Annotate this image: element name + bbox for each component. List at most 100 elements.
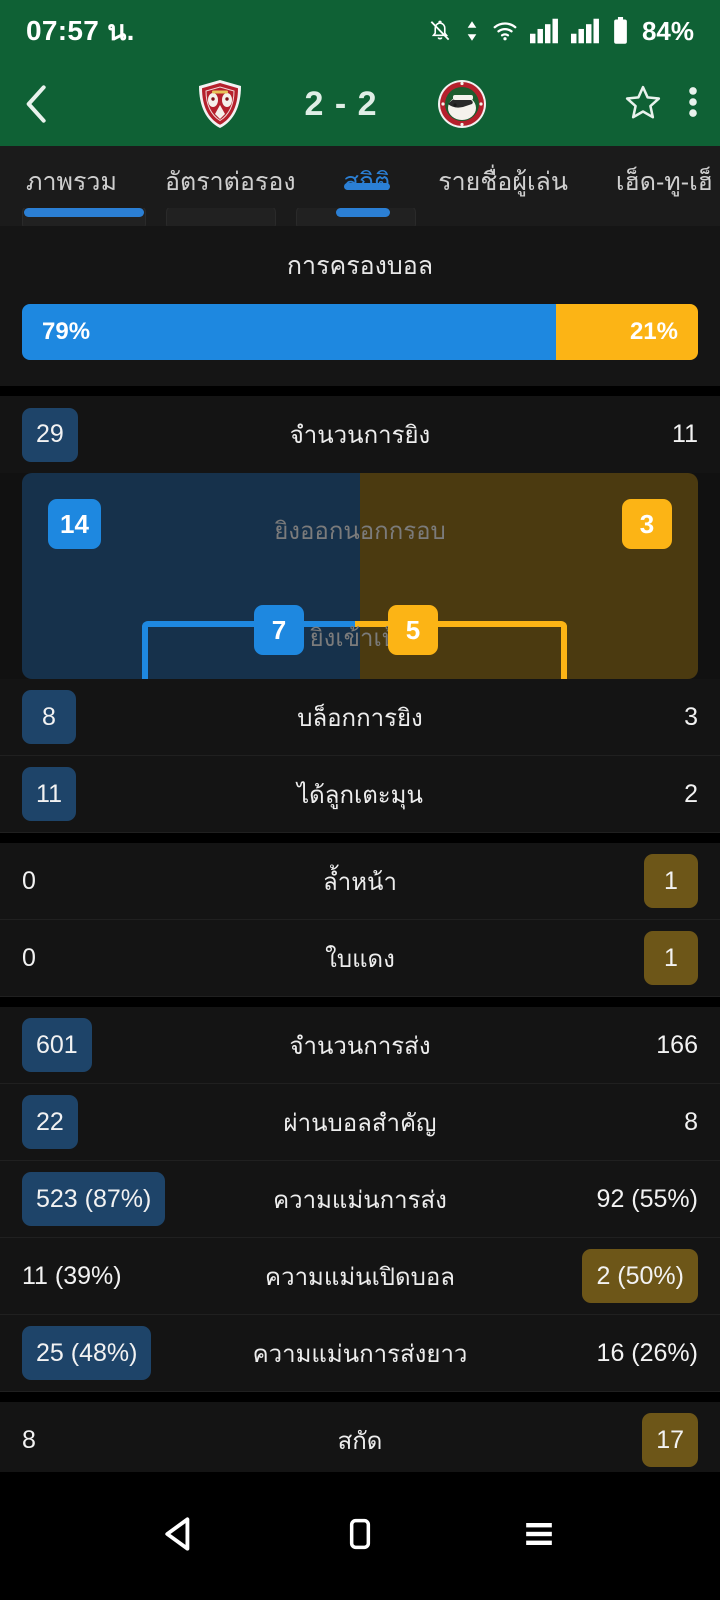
nav-back-button[interactable] [159,1512,203,1561]
stat-label: บล็อกการยิง [297,704,423,732]
nav-home-button[interactable] [340,1512,380,1561]
nav-recents-icon [526,1522,553,1545]
on-target-home-value: 7 [254,605,304,655]
table-row: 0 ใบแดง 1 [0,920,720,997]
tab-label: เฮ็ด-ทู-เฮ็ [615,168,713,196]
tab-indicator [165,183,296,190]
stat-label: สกัด [337,1427,383,1455]
stat-home-value: 8 [22,690,76,744]
possession-title: การครองบอล [286,252,434,280]
stat-away-value: 2 (50%) [582,1249,698,1303]
back-button[interactable] [22,84,78,124]
stat-away-value: 17 [642,1413,698,1467]
statistics-content[interactable]: การครองบอล 79% 21% 29 จำนวนการยิง 11 14 … [0,226,720,1472]
table-row: 0 ล้ำหน้า 1 [0,843,720,920]
ghost-chip [166,208,276,226]
star-outline-icon [625,85,661,118]
stat-away-value: 16 (26%) [596,1338,698,1367]
tab-bar: ภาพรวม อัตราต่อรอง สถิติ รายชื่อผู้เล่น … [0,146,720,226]
table-row: 25 (48%) ความแม่นการส่งยาว 16 (26%) [0,1315,720,1392]
bell-muted-icon [430,20,450,41]
system-navigation-bar [0,1472,720,1600]
app-bar: 2 - 2 [0,62,720,146]
stat-away-value: 1 [644,854,698,908]
favorite-button[interactable] [624,83,662,126]
tab-head-to-head[interactable]: เฮ็ด-ทู-เฮ็ [592,146,720,202]
possession-home: 79% [22,304,557,360]
stat-rows: 8 บล็อกการยิง 3 11 ได้ลูกเตะมุน 2 0 ล้ำหน้า 1 0 ใบ… [0,679,720,1472]
stat-home-value: 523 (87%) [22,1172,166,1226]
table-row: 601 จำนวนการส่ง 166 [0,1007,720,1084]
table-row: 11 (39%) ความแม่นเปิดบอล 2 (50%) [0,1238,720,1315]
app-root: 07:57 น. 84% 2 - 2 ภาพรวม อัตราต่อรอง สถ… [0,0,720,1600]
stat-home-value: 0 [22,866,36,895]
stat-label: ใบแดง [325,945,395,973]
battery-icon [614,17,627,44]
home-team-crest[interactable] [194,78,246,130]
table-row: 523 (87%) ความแม่นการส่ง 92 (55%) [0,1161,720,1238]
back-chevron-icon [26,85,46,123]
away-team-crest[interactable] [436,78,488,130]
on-target-away-value: 5 [388,605,438,655]
nav-home-icon [349,1518,371,1549]
stat-away-value: 166 [656,1030,698,1059]
tab-lineups[interactable]: รายชื่อผู้เล่น [414,146,592,202]
possession-away: 21% [556,304,698,360]
stat-away-value: 92 (55%) [596,1184,698,1213]
ghost-indicator [24,208,144,217]
status-bar: 07:57 น. 84% [0,0,720,62]
tab-label: รายชื่อผู้เล่น [438,168,568,196]
possession-bar: 79% 21% [22,304,698,360]
nav-recents-button[interactable] [517,1512,561,1561]
signal-sim2-icon [570,18,599,44]
table-row: 11 ได้ลูกเตะมุน 2 [0,756,720,833]
tab-indicator [343,183,391,190]
tab-label: ภาพรวม [26,168,117,196]
overflow-menu-button[interactable] [688,83,698,126]
stat-label: ผ่านบอลสำคัญ [283,1109,437,1137]
tab-indicator [26,183,117,190]
table-row: 22 ผ่านบอลสำคัญ 8 [0,1084,720,1161]
tab-indicator [616,183,713,190]
possession-section: การครองบอล 79% 21% [0,226,720,386]
status-time: 07:57 น. [26,15,135,46]
stat-label: จำนวนการยิง [289,422,431,449]
ghost-indicator [336,208,390,217]
signal-sim1-icon [529,18,558,44]
stat-home-value: 11 [22,767,76,821]
scrolled-subtab-row [0,208,720,226]
stat-home-value: 22 [22,1095,78,1149]
stat-home-value: 8 [22,1425,36,1454]
off-target-home-value: 14 [48,499,101,549]
stat-label: ได้ลูกเตะมุน [297,781,423,809]
table-row: 8 บล็อกการยิง 3 [0,679,720,756]
stat-away-value: 8 [684,1107,698,1136]
tab-label: อัตราต่อรอง [164,168,296,196]
goal-frame-home-side [142,621,355,679]
stat-home-value: 29 [22,407,78,462]
tab-overview[interactable]: ภาพรวม [2,146,141,202]
stat-away-value: 1 [644,931,698,985]
match-summary: 2 - 2 [78,78,604,130]
tab-odds[interactable]: อัตราต่อรอง [141,146,320,202]
stat-home-value: 25 (48%) [22,1326,152,1380]
tab-statistics[interactable]: สถิติ [320,146,415,202]
tab-label: สถิติ [343,168,391,196]
more-vertical-icon [689,86,697,117]
tab-indicator [438,183,568,190]
status-icons: 84% [427,16,694,47]
stat-home-value: 601 [22,1018,92,1072]
wifi-icon [493,22,517,41]
app-bar-actions [624,83,698,126]
stat-away-value: 11 [672,420,698,448]
stat-away-value: 3 [684,702,698,731]
stat-home-value: 0 [22,943,36,972]
table-row: 8 สกัด 17 [0,1402,720,1472]
stat-away-value: 2 [684,779,698,808]
score: 2 - 2 [304,84,378,123]
off-target-away-value: 3 [622,499,672,549]
goal-frame-away-side [354,621,567,679]
section-divider [0,833,720,843]
section-divider [0,997,720,1007]
goal-frame-graphic [142,621,567,679]
